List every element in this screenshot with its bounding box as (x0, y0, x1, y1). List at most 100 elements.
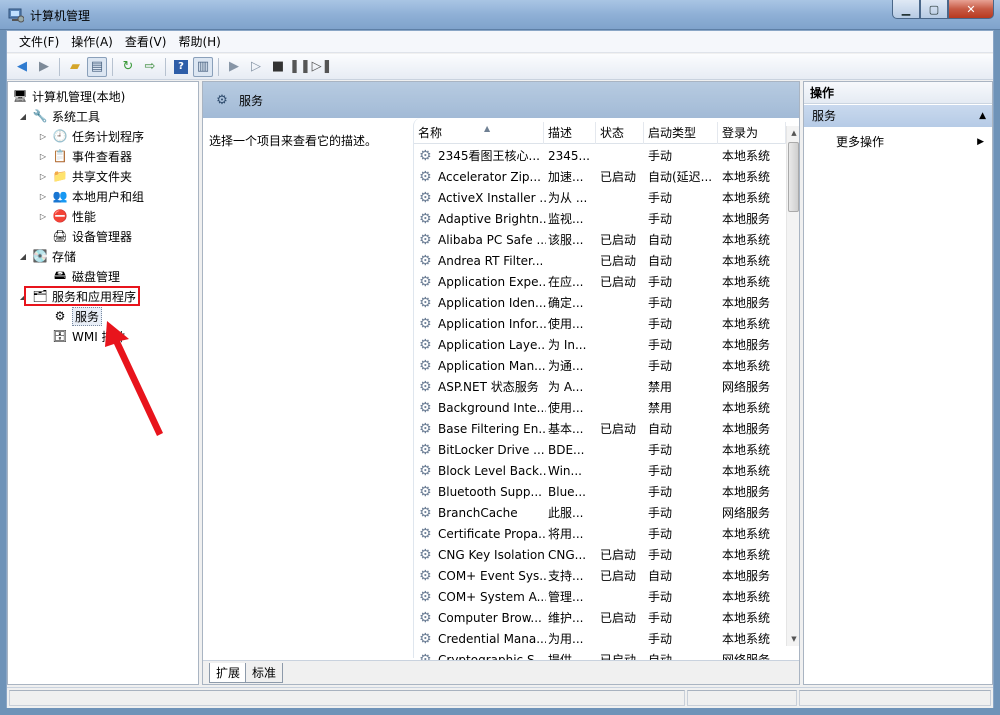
tree-item-local-users[interactable]: ▷ 👥 本地用户和组 (38, 186, 144, 206)
scroll-thumb[interactable] (788, 142, 799, 212)
table-row[interactable]: ⚙ Application Iden... 确定... 手动 本地服务 (414, 293, 786, 314)
actions-header: 操作 (804, 82, 992, 104)
table-row[interactable]: ⚙ Alibaba PC Safe ... 该服... 已启动 自动 本地系统 (414, 230, 786, 251)
table-row[interactable]: ⚙ ASP.NET 状态服务为 A... 禁用 网络服务 (414, 377, 786, 398)
service-name: Application Iden... (438, 296, 546, 310)
clock-icon: 🕘 (52, 129, 68, 143)
table-row[interactable]: ⚙ Certificate Propa... 将用... 手动 本地系统 (414, 524, 786, 545)
tree-item-task-scheduler[interactable]: ▷ 🕘 任务计划程序 (38, 126, 144, 146)
expand-icon[interactable]: ▷ (38, 172, 48, 181)
up-folder-button[interactable]: ▰ (65, 57, 85, 77)
tree-item-performance[interactable]: ▷ ⛔ 性能 (38, 206, 96, 226)
table-row[interactable]: ⚙ ActiveX Installer ... 为从 ... 手动 本地系统 (414, 188, 786, 209)
table-row[interactable]: ⚙ Computer Brow... 维护... 已启动 手动 本地系统 (414, 608, 786, 629)
scroll-down-icon[interactable]: ▼ (787, 632, 799, 646)
refresh-button[interactable]: ↻ (118, 57, 138, 77)
tree-item-event-viewer[interactable]: ▷ 📋 事件查看器 (38, 146, 132, 166)
table-row[interactable]: ⚙ Application Infor... 使用... 手动 本地系统 (414, 314, 786, 335)
actions-pane: 操作 服务 ▲ 更多操作 ▶ (803, 81, 993, 685)
table-row[interactable]: ⚙ Bluetooth Supp... Blue... 手动 本地服务 (414, 482, 786, 503)
pane-title: 服务 (239, 93, 264, 108)
tab-standard[interactable]: 标准 (245, 663, 284, 683)
collapse-icon[interactable]: ◢ (18, 252, 28, 261)
back-button[interactable]: ◀ (12, 57, 32, 77)
menu-view[interactable]: 查看(V) (119, 31, 173, 53)
column-header-description[interactable]: 描述 (544, 122, 596, 144)
table-row[interactable]: ⚙ CNG Key Isolation CNG... 已启动 手动 本地系统 (414, 545, 786, 566)
service-startup-type: 自动 (648, 422, 673, 436)
tree-item-storage[interactable]: ◢ 💽 存储 (18, 246, 76, 266)
actions-group-services[interactable]: 服务 ▲ (804, 105, 992, 127)
forward-button[interactable]: ▶ (34, 57, 54, 77)
export-list-button[interactable]: ⇨ (140, 57, 160, 77)
service-logon-as: 本地服务 (722, 569, 771, 583)
table-row[interactable]: ⚙ Background Inte... 使用... 禁用 本地系统 (414, 398, 786, 419)
description-text: 选择一个项目来查看它的描述。 (209, 134, 378, 148)
window-title: 计算机管理 (30, 9, 91, 23)
vertical-scrollbar[interactable]: ▲ ▼ (786, 126, 799, 646)
menu-action[interactable]: 操作(A) (65, 31, 119, 53)
tree-label: 事件查看器 (72, 149, 133, 164)
help-button[interactable]: ? (171, 57, 191, 77)
tree-item-wmi[interactable]: 🗄 WMI 控件 (52, 326, 125, 346)
more-actions-item[interactable]: 更多操作 ▶ (836, 132, 988, 152)
table-row[interactable]: ⚙ Base Filtering En... 基本... 已启动 自动 本地服务 (414, 419, 786, 440)
service-name: Computer Brow... (438, 611, 542, 625)
expand-icon[interactable]: ▷ (38, 152, 48, 161)
tree-item-system-tools[interactable]: ◢ 🔧 系统工具 (18, 106, 100, 126)
column-header-startup-type[interactable]: 启动类型 (644, 122, 718, 144)
service-description: 为通... (548, 359, 584, 373)
table-row[interactable]: ⚙ Credential Mana... 为用... 手动 本地系统 (414, 629, 786, 650)
maximize-button[interactable]: ▢ (920, 0, 948, 19)
table-row[interactable]: ⚙ Application Laye... 为 In... 手动 本地服务 (414, 335, 786, 356)
menu-file[interactable]: 文件(F) (13, 31, 65, 53)
tree-label: 性能 (72, 209, 97, 224)
computer-management-icon (8, 7, 25, 23)
expand-icon[interactable]: ▷ (38, 132, 48, 141)
table-row[interactable]: ⚙ Application Expe... 在应... 已启动 手动 本地系统 (414, 272, 786, 293)
column-header-logon-as[interactable]: 登录为 (718, 122, 786, 144)
tree-item-services[interactable]: ⚙ 服务 (52, 306, 103, 326)
toolbar-separator (165, 57, 166, 76)
stop-service-button[interactable]: ■ (268, 57, 288, 77)
show-hide-tree-button[interactable]: ▤ (87, 56, 107, 77)
scroll-up-icon[interactable]: ▲ (787, 126, 799, 140)
service-startup-type: 手动 (648, 359, 673, 373)
service-name: Application Expe... (438, 275, 546, 289)
start-service-button[interactable]: ▶ (224, 57, 244, 77)
collapse-icon[interactable]: ◢ (18, 112, 28, 121)
expand-icon[interactable]: ▷ (38, 212, 48, 221)
menu-help[interactable]: 帮助(H) (172, 31, 226, 53)
tree-item-root[interactable]: 🖥 计算机管理(本地) (12, 86, 125, 106)
table-row[interactable]: ⚙ COM+ Event Sys... 支持... 已启动 自动 本地服务 (414, 566, 786, 587)
tree-item-device-manager[interactable]: 🖨 设备管理器 (52, 226, 132, 246)
service-logon-as: 本地系统 (722, 317, 771, 331)
tree-item-shared-folders[interactable]: ▷ 📁 共享文件夹 (38, 166, 132, 186)
show-action-pane-button[interactable]: ▥ (193, 56, 213, 77)
table-row[interactable]: ⚙ 2345看图王核心... 2345... 手动 本地系统 (414, 146, 786, 167)
column-header-status[interactable]: 状态 (596, 122, 644, 144)
close-button[interactable]: ✕ (948, 0, 994, 19)
restart-service-button[interactable]: ▷❚ (312, 57, 333, 77)
collapse-up-icon[interactable]: ▲ (979, 105, 986, 127)
table-row[interactable]: ⚙ Application Man... 为通... 手动 本地系统 (414, 356, 786, 377)
table-row[interactable]: ⚙ BitLocker Drive ... BDE... 手动 本地系统 (414, 440, 786, 461)
service-startup-type: 手动 (648, 464, 673, 478)
tab-extended[interactable]: 扩展 (209, 663, 248, 683)
expand-icon[interactable]: ▷ (38, 192, 48, 201)
minimize-button[interactable]: ▁ (892, 0, 920, 19)
table-row[interactable]: ⚙ BranchCache 此服... 手动 网络服务 (414, 503, 786, 524)
pause-service-button[interactable]: ❚❚ (289, 57, 311, 77)
start-service-alt-button[interactable]: ▷ (246, 57, 266, 77)
service-description: BDE... (548, 443, 585, 457)
tree-item-disk-management[interactable]: 🖴 磁盘管理 (52, 266, 120, 286)
service-status: 已启动 (600, 170, 637, 184)
service-description: 监视... (548, 212, 584, 226)
table-row[interactable]: ⚙ Accelerator Zip... 加速... 已启动 自动(延迟... 本地系统 (414, 167, 786, 188)
services-pane: ⚙ 服务 选择一个项目来查看它的描述。 名称 ▲ 描述 状态 启动类型 登录为 ⚙… (202, 81, 800, 685)
table-row[interactable]: ⚙ Adaptive Brightn... 监视... 手动 本地服务 (414, 209, 786, 230)
table-row[interactable]: ⚙ Block Level Back... Win... 手动 本地系统 (414, 461, 786, 482)
table-row[interactable]: ⚙ Andrea RT Filter... 已启动 自动 本地系统 (414, 251, 786, 272)
column-header-name[interactable]: 名称 ▲ (414, 122, 544, 144)
table-row[interactable]: ⚙ COM+ System A... 管理... 手动 本地系统 (414, 587, 786, 608)
